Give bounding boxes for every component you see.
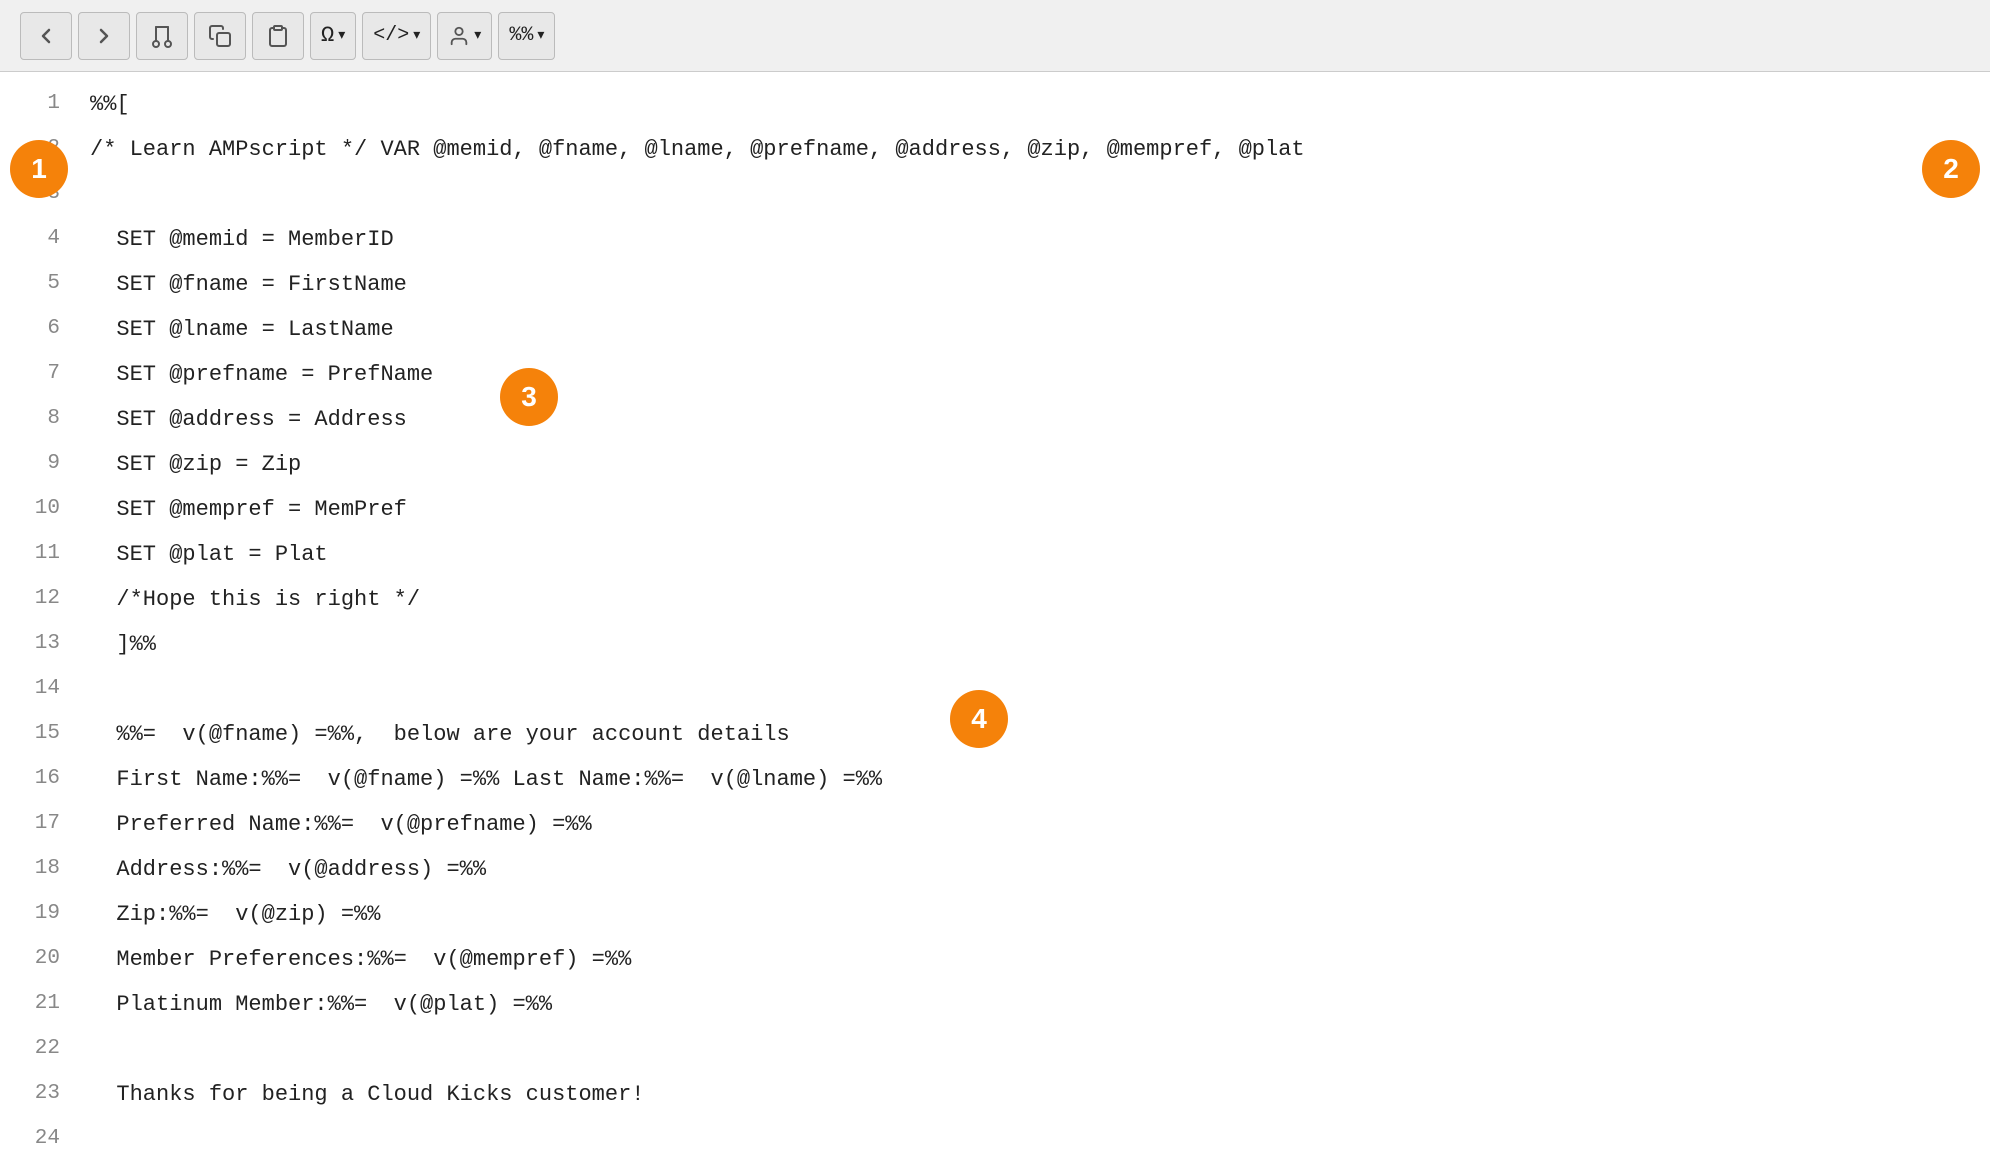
code-line-3: 3 — [0, 172, 1990, 217]
forward-button[interactable] — [78, 12, 130, 60]
user-dropdown[interactable]: ▾ — [437, 12, 492, 60]
percent-label: %% — [509, 24, 533, 47]
line-content-14 — [80, 667, 1990, 712]
line-content-13: ]%% — [80, 622, 1990, 667]
line-num-23: 23 — [0, 1072, 80, 1105]
code-line-23: 23 Thanks for being a Cloud Kicks custom… — [0, 1072, 1990, 1117]
code-line-7: 7 SET @prefname = PrefName — [0, 352, 1990, 397]
line-content-10: SET @mempref = MemPref — [80, 487, 1990, 532]
code-line-13: 13 ]%% — [0, 622, 1990, 667]
line-content-7: SET @prefname = PrefName — [80, 352, 1990, 397]
omega-chevron: ▾ — [338, 27, 345, 44]
line-content-24 — [80, 1117, 1990, 1162]
cut-button[interactable] — [136, 12, 188, 60]
line-num-11: 11 — [0, 532, 80, 565]
code-line-21: 21 Platinum Member:%%= v(@plat) =%% — [0, 982, 1990, 1027]
line-num-15: 15 — [0, 712, 80, 745]
omega-dropdown[interactable]: Ω ▾ — [310, 12, 356, 60]
line-num-12: 12 — [0, 577, 80, 610]
line-num-17: 17 — [0, 802, 80, 835]
code-line-9: 9 SET @zip = Zip — [0, 442, 1990, 487]
line-num-1: 1 — [0, 82, 80, 115]
line-num-13: 13 — [0, 622, 80, 655]
line-num-14: 14 — [0, 667, 80, 700]
line-content-17: Preferred Name:%%= v(@prefname) =%% — [80, 802, 1990, 847]
line-content-12: /*Hope this is right */ — [80, 577, 1990, 622]
code-line-12: 12 /*Hope this is right */ — [0, 577, 1990, 622]
omega-icon: Ω — [321, 23, 334, 48]
line-num-8: 8 — [0, 397, 80, 430]
code-editor: 1 2 3 4 1 %%[ 2 /* Learn AMPscript */ VA… — [0, 72, 1990, 1162]
line-num-20: 20 — [0, 937, 80, 970]
line-content-3 — [80, 172, 1990, 217]
code-line-10: 10 SET @mempref = MemPref — [0, 487, 1990, 532]
line-num-16: 16 — [0, 757, 80, 790]
line-content-16: First Name:%%= v(@fname) =%% Last Name:%… — [80, 757, 1990, 802]
line-num-9: 9 — [0, 442, 80, 475]
code-line-18: 18 Address:%%= v(@address) =%% — [0, 847, 1990, 892]
code-icon: </> — [373, 24, 409, 47]
code-chevron: ▾ — [413, 27, 420, 44]
code-line-2: 2 /* Learn AMPscript */ VAR @memid, @fna… — [0, 127, 1990, 172]
line-num-22: 22 — [0, 1027, 80, 1060]
line-num-4: 4 — [0, 217, 80, 250]
user-icon — [448, 25, 470, 47]
line-content-22 — [80, 1027, 1990, 1072]
code-dropdown[interactable]: </> ▾ — [362, 12, 431, 60]
line-content-5: SET @fname = FirstName — [80, 262, 1990, 307]
code-line-6: 6 SET @lname = LastName — [0, 307, 1990, 352]
paste-button[interactable] — [252, 12, 304, 60]
line-num-10: 10 — [0, 487, 80, 520]
line-num-6: 6 — [0, 307, 80, 340]
line-num-2: 2 — [0, 127, 80, 160]
line-content-2: /* Learn AMPscript */ VAR @memid, @fname… — [80, 127, 1990, 172]
code-line-19: 19 Zip:%%= v(@zip) =%% — [0, 892, 1990, 937]
line-content-20: Member Preferences:%%= v(@mempref) =%% — [80, 937, 1990, 982]
code-line-8: 8 SET @address = Address — [0, 397, 1990, 442]
line-content-8: SET @address = Address — [80, 397, 1990, 442]
line-num-19: 19 — [0, 892, 80, 925]
percent-dropdown[interactable]: %% ▾ — [498, 12, 555, 60]
code-lines-container: 1 %%[ 2 /* Learn AMPscript */ VAR @memid… — [0, 82, 1990, 1162]
line-content-9: SET @zip = Zip — [80, 442, 1990, 487]
line-content-4: SET @memid = MemberID — [80, 217, 1990, 262]
back-button[interactable] — [20, 12, 72, 60]
line-num-18: 18 — [0, 847, 80, 880]
line-num-5: 5 — [0, 262, 80, 295]
code-line-22: 22 — [0, 1027, 1990, 1072]
code-line-24: 24 — [0, 1117, 1990, 1162]
line-content-1: %%[ — [80, 82, 1990, 127]
line-num-24: 24 — [0, 1117, 80, 1150]
line-num-3: 3 — [0, 172, 80, 205]
line-content-18: Address:%%= v(@address) =%% — [80, 847, 1990, 892]
code-line-5: 5 SET @fname = FirstName — [0, 262, 1990, 307]
code-line-15: 15 %%= v(@fname) =%%, below are your acc… — [0, 712, 1990, 757]
line-content-15: %%= v(@fname) =%%, below are your accoun… — [80, 712, 1990, 757]
code-line-11: 11 SET @plat = Plat — [0, 532, 1990, 577]
line-content-6: SET @lname = LastName — [80, 307, 1990, 352]
code-line-14: 14 — [0, 667, 1990, 712]
line-content-11: SET @plat = Plat — [80, 532, 1990, 577]
code-line-4: 4 SET @memid = MemberID — [0, 217, 1990, 262]
toolbar: Ω ▾ </> ▾ ▾ %% ▾ — [0, 0, 1990, 72]
code-line-16: 16 First Name:%%= v(@fname) =%% Last Nam… — [0, 757, 1990, 802]
code-line-20: 20 Member Preferences:%%= v(@mempref) =%… — [0, 937, 1990, 982]
user-chevron: ▾ — [474, 27, 481, 44]
code-line-17: 17 Preferred Name:%%= v(@prefname) =%% — [0, 802, 1990, 847]
code-line-1: 1 %%[ — [0, 82, 1990, 127]
line-num-7: 7 — [0, 352, 80, 385]
line-num-21: 21 — [0, 982, 80, 1015]
line-content-21: Platinum Member:%%= v(@plat) =%% — [80, 982, 1990, 1027]
percent-chevron: ▾ — [537, 27, 544, 44]
line-content-23: Thanks for being a Cloud Kicks customer! — [80, 1072, 1990, 1117]
copy-button[interactable] — [194, 12, 246, 60]
line-content-19: Zip:%%= v(@zip) =%% — [80, 892, 1990, 937]
